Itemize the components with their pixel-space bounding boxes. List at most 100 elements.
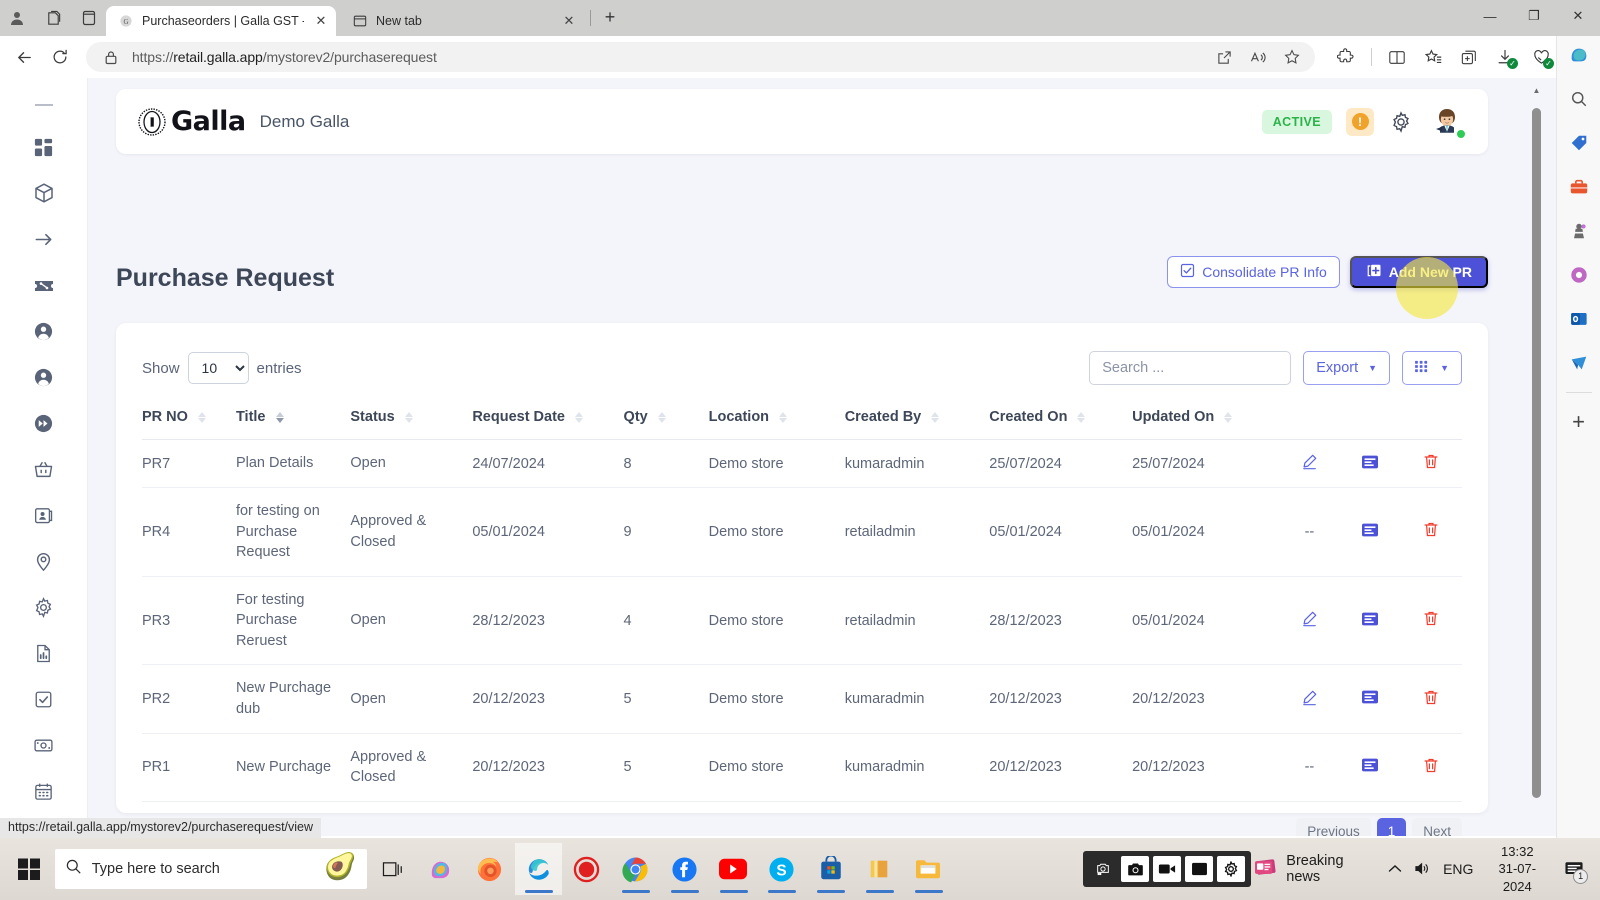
start-button[interactable] bbox=[6, 845, 53, 893]
add-new-pr-button[interactable]: Add New PR bbox=[1349, 256, 1488, 288]
recorder-icon[interactable] bbox=[564, 843, 611, 895]
browser-essentials-icon[interactable]: ✓ bbox=[1526, 42, 1556, 72]
cell-delete-action[interactable] bbox=[1400, 664, 1462, 734]
outlook-icon[interactable] bbox=[1564, 304, 1594, 334]
pagination-next[interactable]: Next bbox=[1412, 817, 1462, 836]
video-icon[interactable] bbox=[1153, 856, 1182, 882]
column-header-request-date[interactable]: Request Date bbox=[472, 401, 624, 440]
brand-logo[interactable]: Galla bbox=[138, 106, 246, 137]
table-row[interactable]: PR1 New Purchage Approved & Closed 20/12… bbox=[142, 733, 1462, 802]
tab-actions-icon[interactable] bbox=[76, 5, 102, 31]
extensions-icon[interactable] bbox=[1331, 42, 1361, 72]
file-explorer-icon[interactable] bbox=[905, 843, 952, 895]
search-input[interactable] bbox=[1089, 351, 1292, 385]
cell-detail-action[interactable] bbox=[1339, 664, 1401, 734]
games-icon[interactable] bbox=[1564, 216, 1594, 246]
cell-detail-action[interactable] bbox=[1339, 439, 1401, 488]
column-header-updated-on[interactable]: Updated On bbox=[1132, 401, 1279, 440]
split-screen-icon[interactable] bbox=[1382, 42, 1412, 72]
shopping-tag-icon[interactable] bbox=[1564, 128, 1594, 158]
note-icon[interactable] bbox=[1361, 689, 1379, 705]
column-header-location[interactable]: Location bbox=[708, 401, 845, 440]
table-row[interactable]: PR2 New Purchage dub Open 20/12/2023 5 D… bbox=[142, 664, 1462, 734]
screenshot-dots-icon[interactable] bbox=[1089, 856, 1117, 882]
cell-edit-action[interactable] bbox=[1278, 664, 1340, 734]
settings-gear-icon[interactable] bbox=[1388, 109, 1414, 135]
collections-icon[interactable] bbox=[1454, 42, 1484, 72]
close-icon[interactable]: ✕ bbox=[560, 12, 578, 30]
open-in-app-icon[interactable] bbox=[1213, 46, 1235, 68]
edit-pencil-icon[interactable] bbox=[1301, 453, 1318, 470]
sidebar-item-fastforward[interactable] bbox=[27, 406, 61, 440]
column-header-created-by[interactable]: Created By bbox=[844, 401, 990, 440]
pagination-page-1[interactable]: 1 bbox=[1376, 817, 1407, 836]
add-sidebar-icon[interactable]: + bbox=[1564, 407, 1594, 437]
sidebar-item-dashboard[interactable] bbox=[27, 130, 61, 164]
task-view-icon[interactable] bbox=[369, 843, 416, 895]
youtube-icon[interactable] bbox=[710, 843, 757, 895]
skype-icon[interactable]: S bbox=[758, 843, 805, 895]
show-hidden-icons-chevron-up-icon[interactable] bbox=[1388, 864, 1402, 874]
minimize-button[interactable]: — bbox=[1468, 0, 1512, 32]
cell-delete-action[interactable] bbox=[1400, 733, 1462, 802]
drop-icon[interactable] bbox=[1564, 348, 1594, 378]
sidebar-item-transfer[interactable] bbox=[27, 222, 61, 256]
scroll-up-arrow-icon[interactable]: ▲ bbox=[1532, 86, 1541, 95]
sidebar-item-settings[interactable] bbox=[27, 590, 61, 624]
column-header-status[interactable]: Status bbox=[350, 401, 473, 440]
table-row[interactable]: PR3 For testing Purchase Reruest Open 28… bbox=[142, 576, 1462, 666]
close-window-button[interactable]: ✕ bbox=[1556, 0, 1600, 32]
column-header-title[interactable]: Title bbox=[235, 401, 351, 440]
clock[interactable]: 13:32 31-07-2024 bbox=[1485, 843, 1549, 896]
column-visibility-button[interactable]: ▼ bbox=[1402, 351, 1462, 385]
favorites-icon[interactable] bbox=[1418, 42, 1448, 72]
trash-icon[interactable] bbox=[1423, 757, 1439, 774]
column-header-created-on[interactable]: Created On bbox=[989, 401, 1133, 440]
scrollbar-thumb[interactable] bbox=[1532, 108, 1541, 798]
read-aloud-icon[interactable] bbox=[1247, 46, 1269, 68]
note-icon[interactable] bbox=[1361, 757, 1379, 773]
edit-pencil-icon[interactable] bbox=[1301, 689, 1318, 706]
chrome-icon[interactable] bbox=[612, 843, 659, 895]
edge-icon[interactable] bbox=[514, 843, 562, 895]
sidebar-item-tasks[interactable] bbox=[27, 682, 61, 716]
export-button[interactable]: Export ▼ bbox=[1303, 351, 1391, 385]
sidebar-item-discounts[interactable] bbox=[27, 268, 61, 302]
address-bar[interactable]: https://retail.galla.app/mystorev2/purch… bbox=[86, 42, 1315, 72]
browser-tab-newtab[interactable]: New tab ✕ bbox=[336, 6, 584, 36]
cell-detail-action[interactable] bbox=[1339, 576, 1401, 666]
microsoft-store-icon[interactable] bbox=[807, 843, 854, 895]
note-icon[interactable] bbox=[1361, 522, 1379, 538]
close-icon[interactable]: ✕ bbox=[312, 12, 330, 30]
favorite-star-icon[interactable] bbox=[1281, 46, 1303, 68]
tools-icon[interactable] bbox=[1564, 172, 1594, 202]
column-header-qty[interactable]: Qty bbox=[623, 401, 709, 440]
sidebar-item-contacts[interactable] bbox=[27, 498, 61, 532]
note-icon[interactable] bbox=[1361, 454, 1379, 470]
back-icon[interactable] bbox=[8, 41, 40, 73]
sidebar-item-locations[interactable] bbox=[27, 544, 61, 578]
new-tab-button[interactable]: + bbox=[597, 4, 623, 30]
table-row[interactable]: PR7 Plan Details Open 24/07/2024 8 Demo … bbox=[142, 439, 1462, 488]
window-icon[interactable] bbox=[1185, 856, 1214, 882]
trash-icon[interactable] bbox=[1423, 453, 1439, 470]
firefox-icon[interactable] bbox=[466, 843, 513, 895]
copilot-icon[interactable] bbox=[1564, 40, 1594, 70]
trash-icon[interactable] bbox=[1423, 689, 1439, 706]
workspaces-icon[interactable] bbox=[40, 5, 66, 31]
trash-icon[interactable] bbox=[1423, 610, 1439, 627]
pagination-previous[interactable]: Previous bbox=[1296, 817, 1371, 836]
settings-icon[interactable] bbox=[1217, 856, 1246, 882]
note-icon[interactable] bbox=[1361, 611, 1379, 627]
notifications-button[interactable]: 1 bbox=[1561, 854, 1589, 884]
collapse-handle[interactable] bbox=[34, 104, 53, 106]
language-indicator[interactable]: ENG bbox=[1443, 861, 1473, 877]
page-size-select[interactable]: 102550100 bbox=[187, 352, 249, 384]
microsoft365-icon[interactable] bbox=[1564, 260, 1594, 290]
cell-detail-action[interactable] bbox=[1339, 487, 1401, 577]
sidebar-item-reports[interactable] bbox=[27, 636, 61, 670]
sidebar-item-calendar[interactable] bbox=[27, 774, 61, 808]
facebook-icon[interactable] bbox=[661, 843, 708, 895]
table-row[interactable]: PR4 for testing on Purchase Request Appr… bbox=[142, 487, 1462, 577]
taskbar-search[interactable]: Type here to search 🥑 bbox=[54, 849, 367, 889]
